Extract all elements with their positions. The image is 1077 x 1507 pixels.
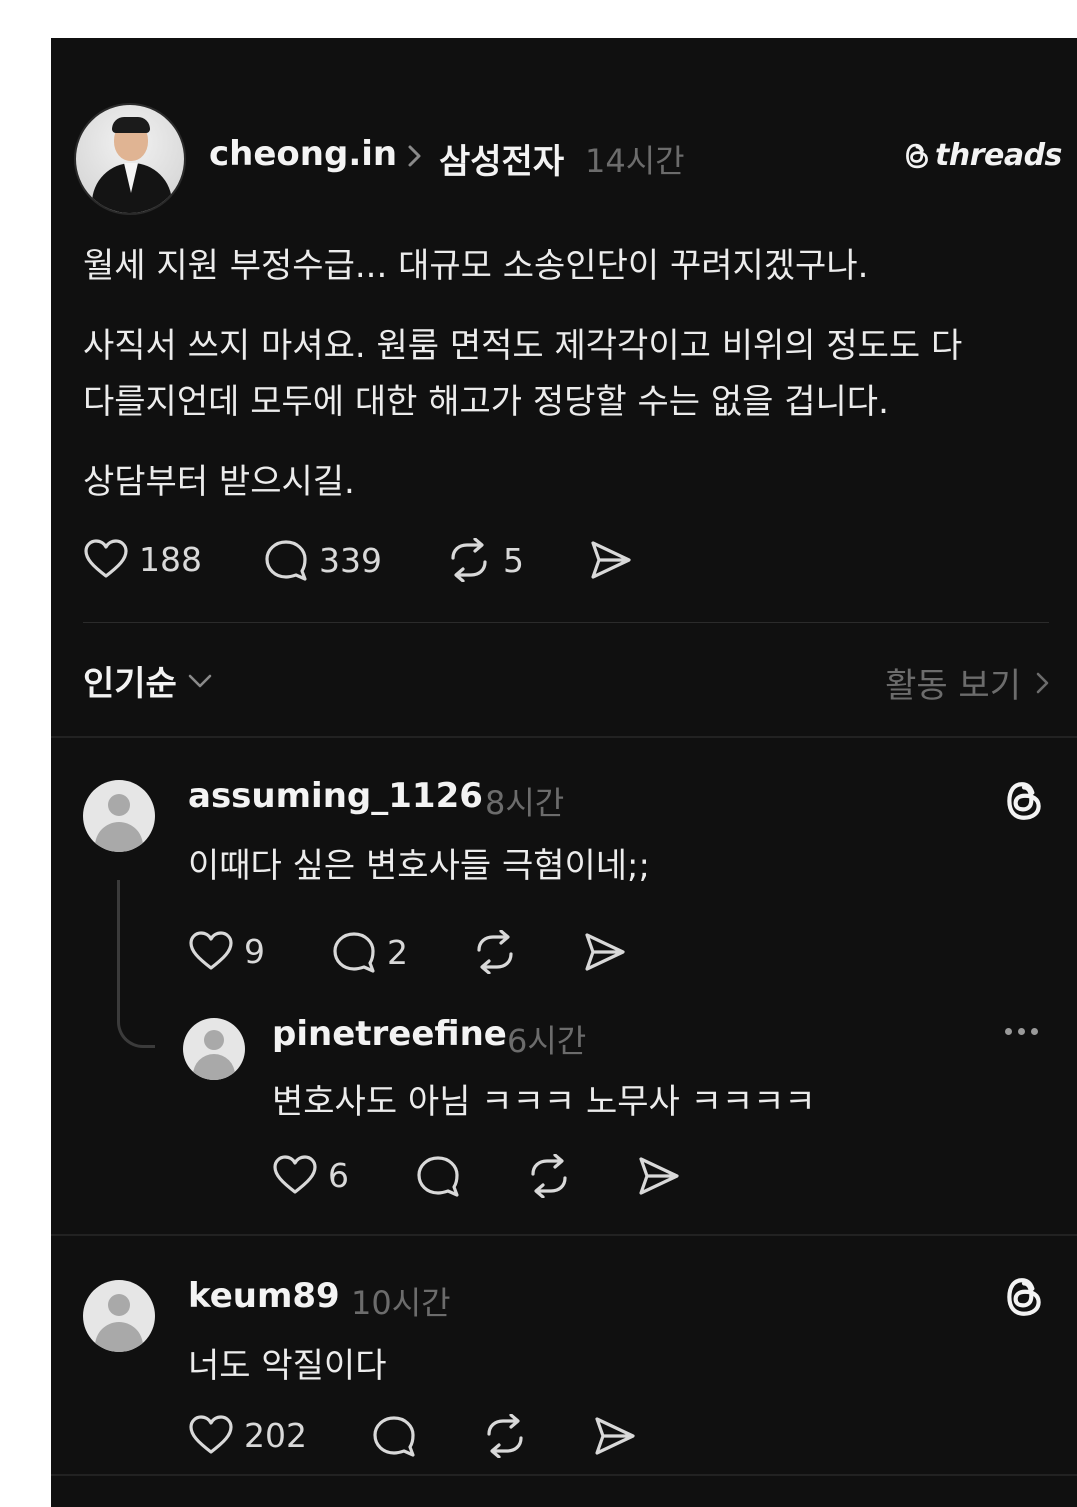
repost-count: 5: [503, 540, 524, 580]
repost-icon: [487, 1414, 523, 1458]
more-dots-icon[interactable]: [1005, 1028, 1038, 1035]
reply-text: 이때다 싶은 변호사들 극혐이네;;: [188, 846, 650, 886]
share-button[interactable]: [635, 1154, 681, 1198]
nested-reply-text: 변호사도 아님 ㅋㅋㅋ 노무사 ㅋㅋㅋㅋ: [272, 1082, 816, 1122]
threads-logo-icon[interactable]: [1001, 778, 1047, 824]
heart-icon: [189, 931, 233, 970]
threads-brand: threads: [903, 138, 1062, 173]
threads-logo-icon[interactable]: [1001, 1274, 1047, 1320]
post-timestamp: 14시간: [585, 142, 685, 180]
heart-icon: [84, 539, 128, 578]
comment-count: 2: [387, 932, 408, 972]
reply-timestamp: 10시간: [351, 1284, 451, 1322]
like-button[interactable]: 9: [188, 930, 265, 972]
post-divider: [83, 622, 1049, 623]
reply-avatar[interactable]: [83, 1280, 155, 1352]
sort-dropdown[interactable]: 인기순: [83, 656, 213, 705]
like-button[interactable]: 188: [83, 538, 202, 580]
section-divider: [51, 736, 1077, 738]
repost-icon: [477, 930, 513, 974]
nested-reply-timestamp: 6시간: [507, 1022, 587, 1060]
comment-bubble-icon: [417, 1156, 459, 1197]
post-paragraph-2-line-1: 사직서 쓰지 마셔요. 원룸 면적도 제각각이고 비위의 정도도 다: [83, 326, 963, 366]
chevron-right-icon: [1036, 672, 1049, 693]
repost-button[interactable]: [525, 1154, 573, 1198]
post-paragraph-1: 월세 지원 부정수급... 대규모 소송인단이 꾸려지겠구나.: [83, 246, 869, 286]
share-button[interactable]: [581, 930, 627, 974]
share-button[interactable]: [591, 1414, 637, 1458]
topic-tag[interactable]: 삼성전자: [439, 134, 564, 183]
repost-button[interactable]: 5: [445, 538, 524, 582]
comment-button[interactable]: [371, 1414, 417, 1458]
like-count: 9: [244, 931, 265, 971]
share-button[interactable]: [587, 538, 633, 582]
chevron-right-icon: [408, 145, 421, 167]
sort-label: 인기순: [83, 664, 177, 704]
send-icon: [585, 933, 625, 971]
view-activity-link[interactable]: 활동 보기: [885, 658, 1051, 707]
comment-button[interactable]: 339: [263, 538, 382, 582]
reply-text: 너도 악질이다: [188, 1346, 387, 1386]
author-username[interactable]: cheong.in: [209, 134, 397, 174]
repost-button[interactable]: [471, 930, 519, 974]
comment-bubble-icon: [373, 1416, 415, 1457]
threads-screen: cheong.in 삼성전자 14시간 threads 월세 지원 부정수급..…: [51, 38, 1077, 1507]
like-count: 188: [139, 539, 202, 579]
comment-button[interactable]: 2: [331, 930, 408, 974]
post-paragraph-2-line-2: 다를지언데 모두에 대한 해고가 정당할 수는 없을 겁니다.: [83, 382, 889, 422]
nested-reply-avatar[interactable]: [183, 1018, 245, 1080]
reply-divider: [51, 1474, 1077, 1476]
chevron-down-icon: [188, 674, 212, 687]
repost-button[interactable]: [481, 1414, 529, 1458]
repost-icon: [531, 1154, 567, 1198]
like-button[interactable]: 202: [188, 1414, 307, 1456]
reply-timestamp: 8시간: [485, 784, 565, 822]
thread-connector: [117, 880, 155, 1048]
repost-icon: [451, 538, 487, 582]
like-button[interactable]: 6: [272, 1154, 349, 1196]
heart-icon: [189, 1415, 233, 1454]
nested-reply-username[interactable]: pinetreefine: [272, 1014, 507, 1054]
comment-bubble-icon: [265, 540, 307, 581]
send-icon: [591, 541, 631, 579]
comment-button[interactable]: [415, 1154, 461, 1198]
threads-logo-icon: [906, 143, 928, 168]
activity-label: 활동 보기: [885, 666, 1021, 706]
author-avatar[interactable]: [74, 103, 186, 215]
reply-username[interactable]: keum89: [188, 1276, 340, 1316]
heart-icon: [273, 1155, 317, 1194]
like-count: 6: [328, 1155, 349, 1195]
comment-count: 339: [319, 540, 382, 580]
send-icon: [639, 1157, 679, 1195]
threads-wordmark: threads: [935, 138, 1062, 173]
post-paragraph-3: 상담부터 받으시길.: [83, 462, 355, 502]
reply-divider: [51, 1234, 1077, 1236]
send-icon: [595, 1417, 635, 1455]
reply-avatar[interactable]: [83, 780, 155, 852]
reply-username[interactable]: assuming_1126: [188, 776, 483, 816]
like-count: 202: [244, 1415, 307, 1455]
comment-bubble-icon: [333, 932, 375, 973]
